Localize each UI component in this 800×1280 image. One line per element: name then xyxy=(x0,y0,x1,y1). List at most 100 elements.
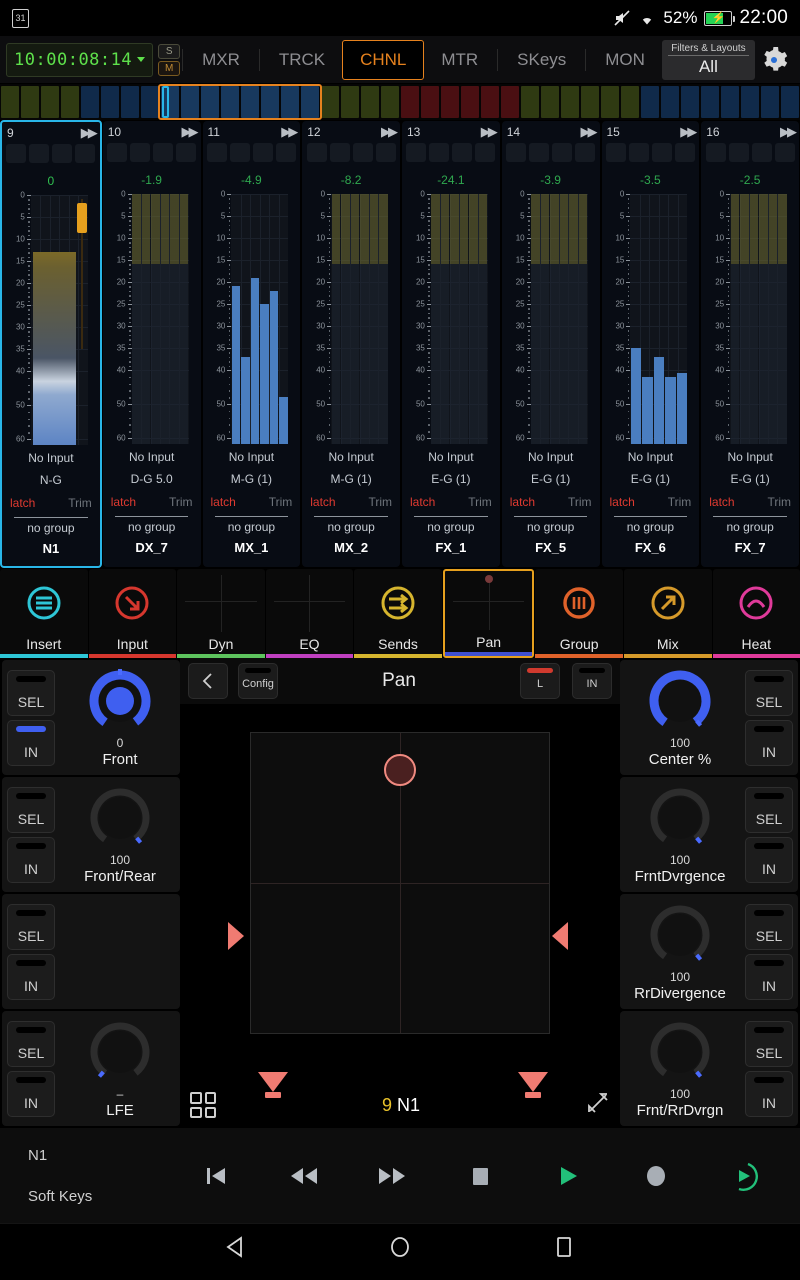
channel-input-label[interactable]: No Input xyxy=(129,450,174,464)
channel-mini-button[interactable] xyxy=(6,144,26,163)
loop-play-icon[interactable] xyxy=(724,1156,764,1196)
channel-strip[interactable]: 9▶▶005101520253035405060No InputN-Glatch… xyxy=(0,120,102,568)
channel-meter[interactable]: 05101520253035405060 xyxy=(414,194,488,444)
channel-strip[interactable]: 12▶▶-8.205101520253035405060No InputM-G … xyxy=(302,121,400,567)
gear-icon[interactable] xyxy=(755,46,794,74)
track-overview-strip[interactable] xyxy=(0,84,800,120)
channel-group-assign[interactable]: no group xyxy=(327,520,374,534)
sel-button[interactable]: SEL xyxy=(7,904,55,950)
function-tab-input[interactable]: Input xyxy=(89,569,177,658)
fader-handle[interactable] xyxy=(77,203,87,233)
channel-strip[interactable]: 13▶▶-24.105101520253035405060No InputE-G… xyxy=(402,121,500,567)
channel-gain-display[interactable]: -3.5 xyxy=(624,172,676,188)
overview-block[interactable] xyxy=(301,86,319,118)
tab-chnl[interactable]: CHNL xyxy=(342,40,424,80)
channel-gain-display[interactable]: 0 xyxy=(25,173,77,189)
overview-block[interactable] xyxy=(1,86,19,118)
channel-mini-button[interactable] xyxy=(330,143,350,162)
channel-meter[interactable]: 05101520253035405060 xyxy=(115,194,189,444)
overview-block[interactable] xyxy=(661,86,679,118)
channel-name[interactable]: FX_7 xyxy=(735,540,766,555)
sel-button[interactable]: SEL xyxy=(745,904,793,950)
timecode-display[interactable]: 10:00:08:14 xyxy=(6,43,153,77)
channel-mini-button[interactable] xyxy=(606,143,626,162)
function-tab-mix[interactable]: Mix xyxy=(624,569,712,658)
channel-meter[interactable]: 05101520253035405060 xyxy=(14,195,88,445)
grid-icon[interactable] xyxy=(190,1092,216,1118)
channel-mini-button[interactable] xyxy=(706,143,726,162)
channel-mini-button[interactable] xyxy=(475,143,495,162)
function-tab-heat[interactable]: Heat xyxy=(713,569,800,658)
channel-automation-mode[interactable]: latch xyxy=(510,495,535,509)
channel-group-label[interactable]: M-G (1) xyxy=(330,472,371,486)
channel-strip[interactable]: 10▶▶-1.905101520253035405060No InputD-G … xyxy=(103,121,201,567)
function-tab-eq[interactable]: EQ xyxy=(266,569,354,658)
tab-skeys[interactable]: SKeys xyxy=(500,40,583,80)
channel-group-assign[interactable]: no group xyxy=(726,520,773,534)
channel-arrows-icon[interactable]: ▶▶ xyxy=(182,124,196,140)
channel-mini-button[interactable] xyxy=(529,143,549,162)
sel-button[interactable]: SEL xyxy=(7,787,55,833)
pan-puck[interactable] xyxy=(384,754,416,786)
overview-block[interactable] xyxy=(761,86,779,118)
channel-group-label[interactable]: D-G 5.0 xyxy=(131,472,173,486)
channel-arrows-icon[interactable]: ▶▶ xyxy=(281,124,295,140)
channel-group-label[interactable]: E-G (1) xyxy=(431,472,470,486)
channel-automation-mode[interactable]: latch xyxy=(610,495,635,509)
channel-group-assign[interactable]: no group xyxy=(427,520,474,534)
channel-group-label[interactable]: E-G (1) xyxy=(531,472,570,486)
pan-knob[interactable] xyxy=(647,785,713,851)
soft-keys-label[interactable]: Soft Keys xyxy=(28,1188,160,1205)
overview-block[interactable] xyxy=(641,86,659,118)
function-tab-insert[interactable]: Insert xyxy=(0,569,88,658)
overview-block[interactable] xyxy=(721,86,739,118)
sel-button[interactable]: SEL xyxy=(7,1021,55,1067)
channel-arrows-icon[interactable]: ▶▶ xyxy=(381,124,395,140)
expand-icon[interactable] xyxy=(586,1091,610,1120)
channel-mini-button[interactable] xyxy=(253,143,273,162)
channel-mini-button[interactable] xyxy=(552,143,572,162)
channel-arrows-icon[interactable]: ▶▶ xyxy=(780,124,794,140)
channel-automation-mode[interactable]: latch xyxy=(10,496,35,510)
channel-gain-display[interactable]: -2.5 xyxy=(724,172,776,188)
overview-block[interactable] xyxy=(701,86,719,118)
overview-block[interactable] xyxy=(101,86,119,118)
channel-trim-label[interactable]: Trim xyxy=(368,495,392,509)
channel-gain-display[interactable]: -8.2 xyxy=(325,172,377,188)
channel-mini-button[interactable] xyxy=(452,143,472,162)
channel-mini-button[interactable] xyxy=(752,143,772,162)
channel-automation-mode[interactable]: latch xyxy=(410,495,435,509)
channel-automation-mode[interactable]: latch xyxy=(211,495,236,509)
overview-block[interactable] xyxy=(241,86,259,118)
channel-mini-button[interactable] xyxy=(775,143,795,162)
overview-block[interactable] xyxy=(261,86,279,118)
channel-arrows-icon[interactable]: ▶▶ xyxy=(581,124,595,140)
overview-block[interactable] xyxy=(561,86,579,118)
channel-meter[interactable]: 05101520253035405060 xyxy=(214,194,288,444)
pan-knob[interactable] xyxy=(87,668,153,734)
channel-input-label[interactable]: No Input xyxy=(727,450,772,464)
overview-block[interactable] xyxy=(681,86,699,118)
android-recents-icon[interactable] xyxy=(551,1234,577,1265)
channel-gain-display[interactable]: -4.9 xyxy=(225,172,277,188)
android-home-icon[interactable] xyxy=(387,1234,413,1265)
in-button[interactable]: IN xyxy=(745,1071,793,1117)
overview-block[interactable] xyxy=(201,86,219,118)
pan-knob[interactable] xyxy=(87,785,153,851)
channel-group-label[interactable]: E-G (1) xyxy=(730,472,769,486)
overview-block[interactable] xyxy=(181,86,199,118)
channel-input-label[interactable]: No Input xyxy=(28,451,73,465)
channel-mini-button[interactable] xyxy=(153,143,173,162)
channel-gain-display[interactable]: -1.9 xyxy=(126,172,178,188)
overview-block[interactable] xyxy=(501,86,519,118)
tab-trck[interactable]: TRCK xyxy=(262,40,342,80)
channel-trim-label[interactable]: Trim xyxy=(568,495,592,509)
channel-meter[interactable]: 05101520253035405060 xyxy=(514,194,588,444)
channel-mini-button[interactable] xyxy=(207,143,227,162)
channel-trim-label[interactable]: Trim xyxy=(269,495,293,509)
overview-block[interactable] xyxy=(81,86,99,118)
channel-trim-label[interactable]: Trim xyxy=(468,495,492,509)
sel-button[interactable]: SEL xyxy=(745,787,793,833)
overview-block[interactable] xyxy=(621,86,639,118)
channel-mini-button[interactable] xyxy=(353,143,373,162)
